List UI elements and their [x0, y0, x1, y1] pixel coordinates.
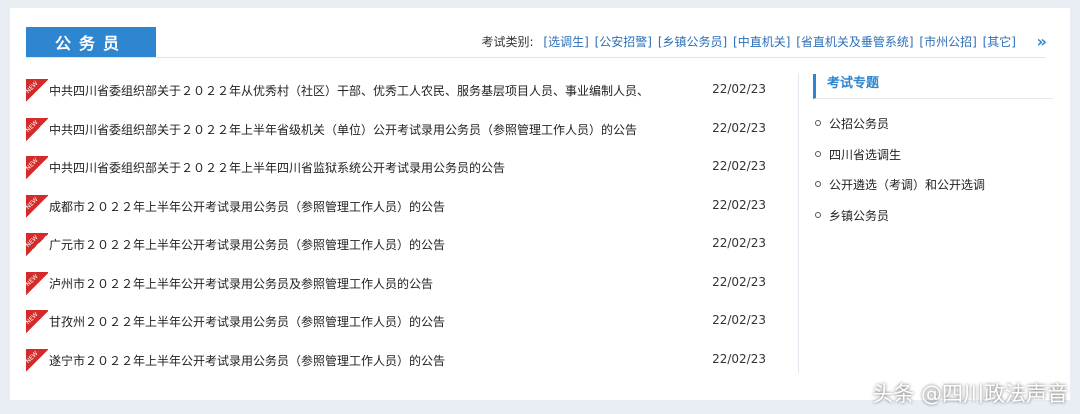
sidebar-title: 考试专题 [813, 74, 1053, 99]
category-link-township[interactable]: [乡镇公务员] [658, 35, 727, 49]
list-item: NEW 中共四川省委组织部关于２０２２年上半年省级机关（单位）公开考试录用公务员… [25, 117, 778, 156]
category-filter-bar: 考试类别: [选调生] [公安招警] [乡镇公务员] [中直机关] [省直机关及… [482, 33, 1016, 50]
list-item: NEW 泸州市２０２２年上半年公开考试录用公务员及参照管理工作人员的公告 22/… [25, 271, 778, 310]
category-link-xuandiaosheng[interactable]: [选调生] [543, 35, 588, 49]
sidebar-list: 公招公务员 四川省选调生 公开遴选（考调）和公开选调 乡镇公务员 [813, 115, 1053, 237]
category-link-central-organs[interactable]: [中直机关] [733, 35, 790, 49]
list-item: NEW 甘孜州２０２２年上半年公开考试录用公务员（参照管理工作人员）的公告 22… [25, 309, 778, 348]
sidebar-item-township[interactable]: 乡镇公务员 [813, 207, 1053, 238]
news-date: 22/02/23 [712, 351, 766, 366]
news-title-link[interactable]: 成都市２０２２年上半年公开考试录用公务员（参照管理工作人员）的公告 [49, 198, 445, 215]
column-divider [798, 73, 799, 373]
news-date: 22/02/23 [712, 159, 766, 173]
news-title-link[interactable]: 中共四川省委组织部关于２０２２年从优秀村（社区）干部、优秀工人农民、服务基层项目… [49, 82, 649, 99]
category-link-provincial-organs[interactable]: [省直机关及垂管系统] [796, 35, 913, 49]
category-link-other[interactable]: [其它] [983, 35, 1016, 49]
sidebar-item-public-recruit[interactable]: 公招公务员 [813, 115, 1053, 146]
category-label: 考试类别: [481, 35, 534, 49]
list-item: NEW 广元市２０２２年上半年公开考试录用公务员（参照管理工作人员）的公告 22… [25, 232, 778, 271]
news-date: 22/02/23 [712, 313, 766, 327]
news-date: 22/02/23 [712, 120, 766, 135]
new-badge-icon: NEW [25, 156, 48, 180]
new-badge-icon: NEW [25, 194, 48, 219]
news-title-link[interactable]: 中共四川省委组织部关于２０２２年上半年四川省监狱系统公开考试录用公务员的公告 [49, 159, 505, 176]
new-badge-icon: NEW [25, 233, 48, 257]
list-item: NEW 中共四川省委组织部关于２０２２年上半年四川省监狱系统公开考试录用公务员的… [25, 155, 778, 194]
news-title-link[interactable]: 甘孜州２０２２年上半年公开考试录用公务员（参照管理工作人员）的公告 [49, 313, 445, 330]
news-date: 22/02/23 [712, 82, 766, 96]
sidebar-item-open-selection[interactable]: 公开遴选（考调）和公开选调 [813, 176, 1053, 207]
content-panel: 公务员 考试类别: [选调生] [公安招警] [乡镇公务员] [中直机关] [省… [10, 8, 1070, 400]
watermark-text: 头条 @四川政法声音 [872, 382, 1068, 406]
section-title-tab: 公务员 [26, 27, 156, 57]
news-title-link[interactable]: 泸州市２０２２年上半年公开考试录用公务员及参照管理工作人员的公告 [49, 275, 433, 292]
new-badge-icon: NEW [25, 310, 48, 334]
new-badge-icon: NEW [25, 271, 48, 296]
news-title-link[interactable]: 遂宁市２０２２年上半年公开考试录用公务员（参照管理工作人员）的公告 [49, 352, 445, 369]
more-chevron-icon[interactable]: » [1037, 32, 1047, 51]
section-header: 公务员 考试类别: [选调生] [公安招警] [乡镇公务员] [中直机关] [省… [26, 27, 1047, 58]
news-date: 22/02/23 [712, 274, 766, 289]
list-item: NEW 遂宁市２０２２年上半年公开考试录用公务员（参照管理工作人员）的公告 22… [25, 348, 778, 387]
news-list: NEW 中共四川省委组织部关于２０２２年从优秀村（社区）干部、优秀工人农民、服务… [25, 78, 778, 387]
news-title-link[interactable]: 广元市２０２２年上半年公开考试录用公务员（参照管理工作人员）的公告 [49, 236, 445, 253]
news-date: 22/02/23 [712, 236, 766, 250]
new-badge-icon: NEW [25, 79, 48, 103]
list-item: NEW 成都市２０２２年上半年公开考试录用公务员（参照管理工作人员）的公告 22… [25, 194, 778, 233]
news-date: 22/02/23 [712, 197, 766, 212]
new-badge-icon: NEW [25, 117, 48, 142]
new-badge-icon: NEW [25, 348, 48, 373]
list-item: NEW 中共四川省委组织部关于２０２２年从优秀村（社区）干部、优秀工人农民、服务… [25, 78, 778, 117]
news-title-link[interactable]: 中共四川省委组织部关于２０２２年上半年省级机关（单位）公开考试录用公务员（参照管… [49, 121, 637, 138]
category-link-city-prefecture[interactable]: [市州公招] [919, 35, 976, 49]
topics-sidebar: 考试专题 公招公务员 四川省选调生 公开遴选（考调）和公开选调 乡镇公务员 [813, 74, 1053, 237]
category-link-police[interactable]: [公安招警] [595, 35, 652, 49]
sidebar-item-xuandiaosheng[interactable]: 四川省选调生 [813, 146, 1053, 177]
